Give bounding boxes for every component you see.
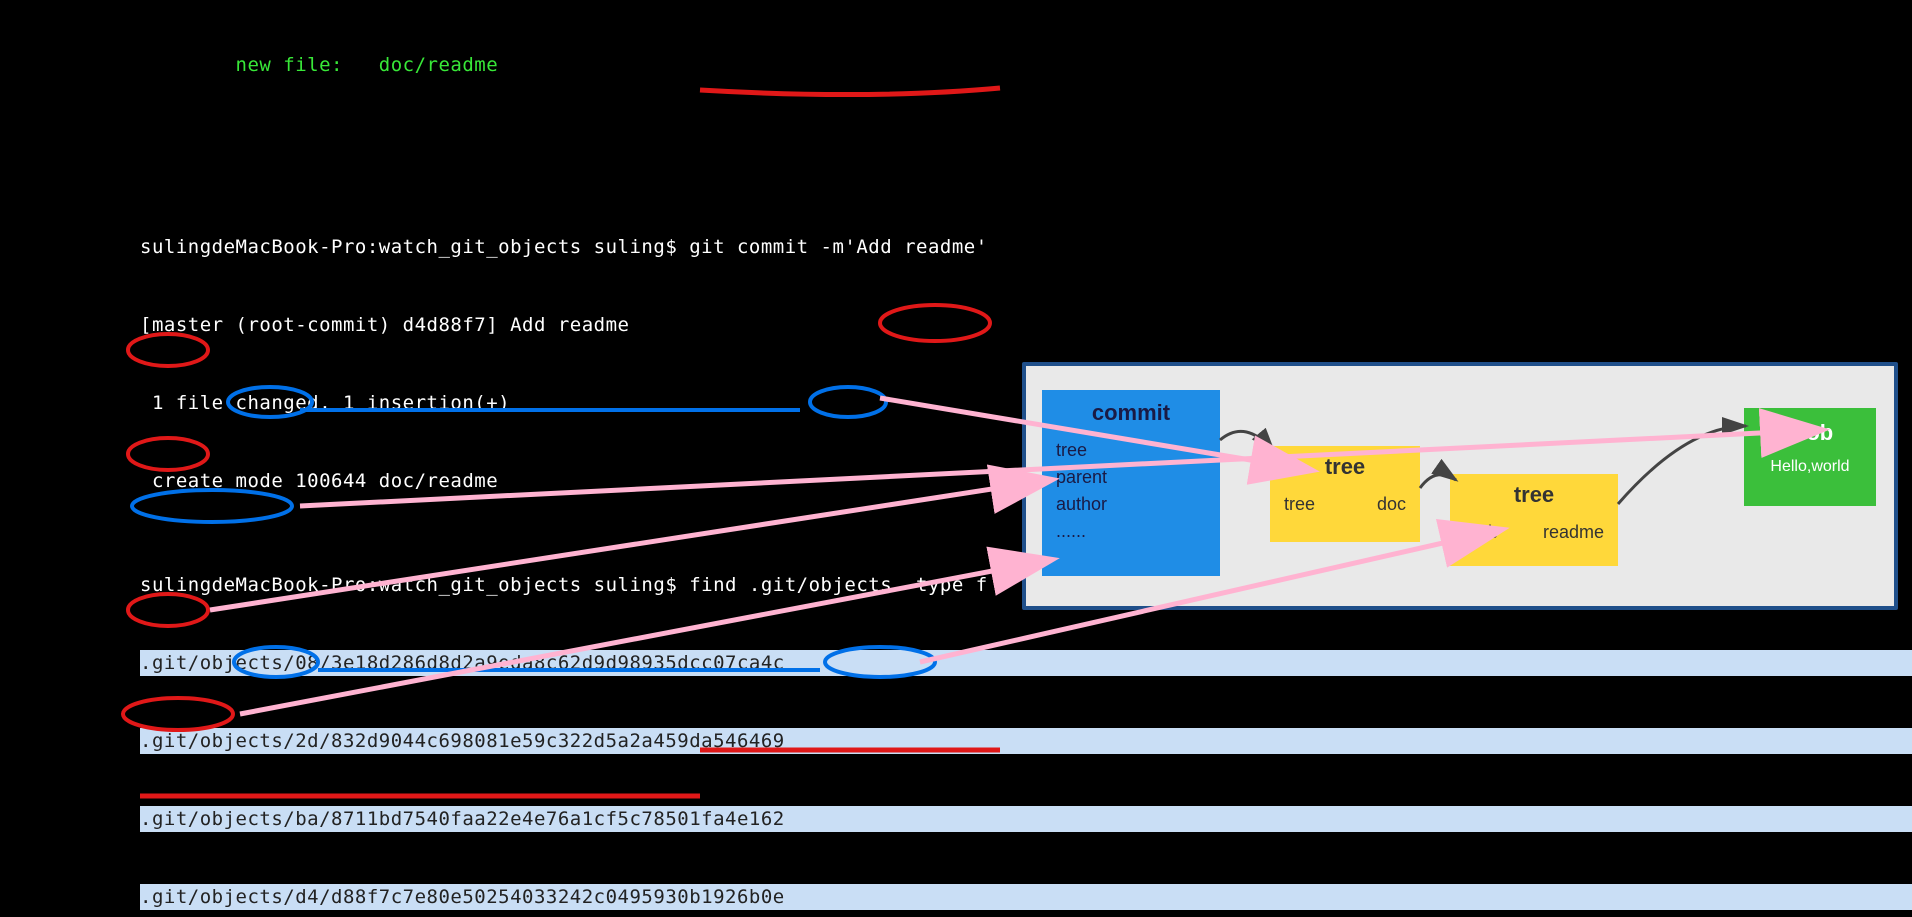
cmd-commit: sulingdeMacBook-Pro:watch_git_objects su…	[0, 234, 1912, 260]
find-out-selected: .git/objects/d4/d88f7c7e80e50254033242c0…	[0, 884, 1912, 910]
git-object-diagram: commit tree parent author ...... tree tr…	[1022, 362, 1898, 610]
blank	[0, 130, 1912, 156]
diagram-arrows	[1026, 366, 1894, 606]
find-out-selected: .git/objects/08/3e18d286d8d2a9eda8c62d9d…	[0, 650, 1912, 676]
git-status-line: new file: doc/readme	[0, 52, 1912, 78]
find-out-selected: .git/objects/2d/832d9044c698081e59c322d5…	[0, 728, 1912, 754]
find-out-selected: .git/objects/ba/8711bd7540faa22e4e76a1cf…	[0, 806, 1912, 832]
out: [master (root-commit) d4d88f7] Add readm…	[0, 312, 1912, 338]
